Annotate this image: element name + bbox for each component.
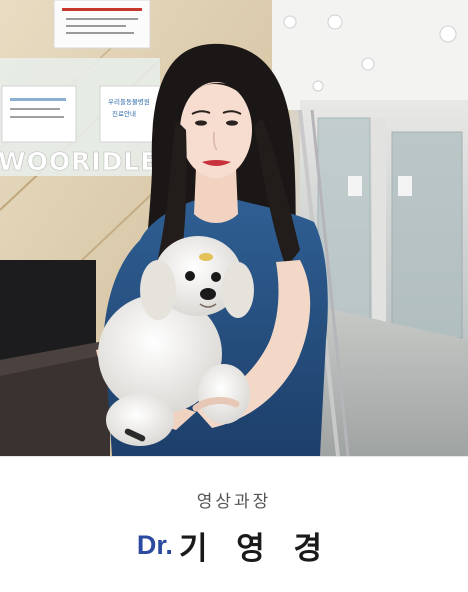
doctor-prefix: Dr. — [136, 530, 173, 560]
doctor-role: 영상과장 — [196, 492, 272, 512]
notice-board — [53, 0, 151, 49]
doctor-photo: 우리들동물병원 진료안내 WOORIDLE — [0, 0, 468, 456]
dog-nose — [200, 288, 216, 300]
glass-door — [391, 131, 463, 339]
notice-card — [1, 85, 77, 143]
hair-clip — [199, 253, 213, 261]
doctor-caption: 영상과장 Dr. 기 영 경 — [0, 456, 468, 592]
doctor-profile-card: 우리들동물병원 진료안내 WOORIDLE 영상과장 Dr. 기 영 경 — [0, 0, 468, 592]
notice-line: 우리들동물병원 — [108, 97, 150, 106]
notice-line: 진료안내 — [112, 109, 136, 118]
clinic-sign: WOORIDLE — [0, 147, 158, 176]
ceiling — [272, 0, 468, 110]
doctor-name: 기 영 경 — [178, 531, 332, 567]
doctor-name-line: Dr. 기 영 경 — [0, 523, 468, 568]
